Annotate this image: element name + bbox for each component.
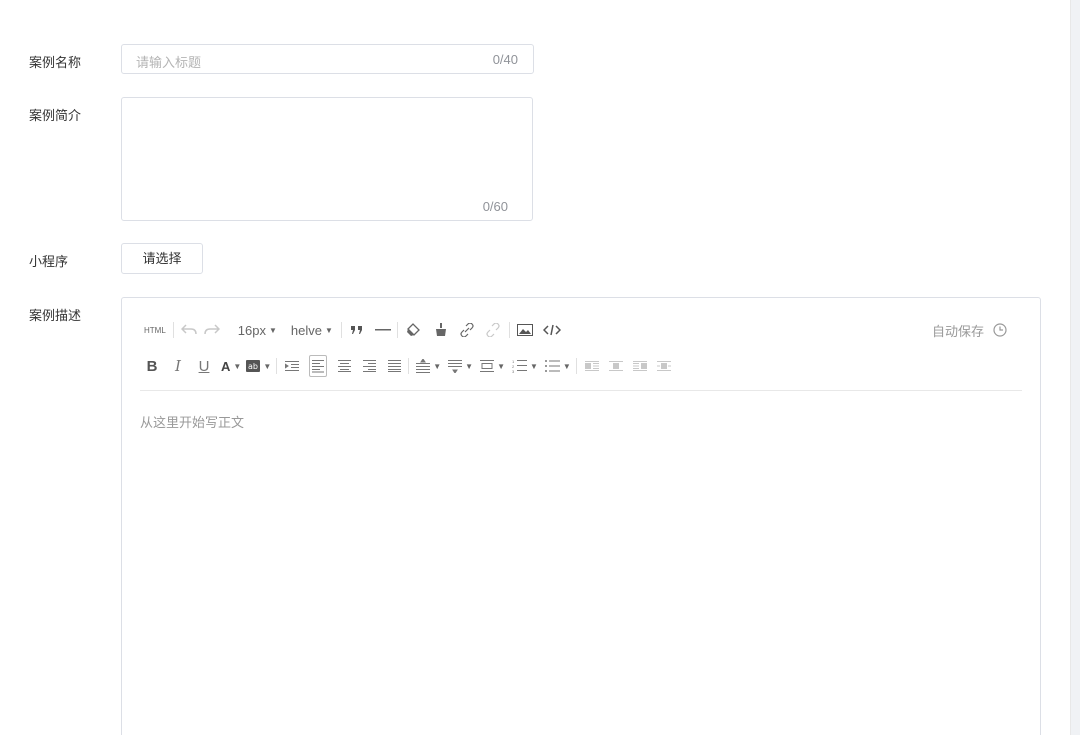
ordered-list-icon[interactable]: 1 2 3 ▼ — [512, 355, 538, 377]
font-size-value: 16px — [237, 322, 266, 338]
editor-placeholder: 从这里开始写正文 — [140, 415, 245, 430]
case-desc-label: 案例描述 — [29, 308, 82, 323]
indent-icon[interactable] — [284, 355, 300, 377]
editor-toolbar-row-2: B I U A ▼ ab ▼ ▼ ▼ ▼ 1 2 3 ▼ ▼ — [144, 355, 679, 377]
align-left-icon[interactable] — [309, 355, 328, 377]
toolbar-separator — [340, 322, 342, 338]
svg-text:ab: ab — [248, 362, 258, 371]
horizontal-rule-icon[interactable] — [374, 319, 391, 341]
autosave-indicator[interactable]: 自动保存 — [932, 319, 1007, 341]
eraser-icon[interactable] — [405, 319, 421, 341]
toolbar-separator — [575, 358, 577, 374]
form-card: 案例名称 请输入标题 0/40 案例简介 0/60 小程序 请选择 案例描述 H… — [0, 0, 1071, 735]
editor-body[interactable]: 从这里开始写正文 — [140, 412, 244, 431]
toolbar-separator — [172, 322, 174, 338]
code-icon[interactable] — [542, 319, 561, 341]
rich-text-editor: HTML 16px ▼ helve ▼ 自动保存 B I U A ▼ ab ▼ … — [121, 297, 1041, 735]
toolbar-separator — [508, 322, 510, 338]
editor-toolbar-row-1: HTML 16px ▼ helve ▼ — [144, 319, 568, 341]
redo-icon[interactable] — [204, 319, 220, 341]
font-family-value: helve — [290, 322, 322, 338]
unordered-list-icon[interactable]: ▼ — [544, 355, 571, 377]
indent-spacing-icon[interactable]: ▼ — [480, 355, 505, 377]
clock-icon — [993, 323, 1007, 337]
case-name-placeholder: 请输入标题 — [136, 55, 202, 70]
chevron-down-icon: ▼ — [263, 361, 272, 371]
case-name-input[interactable]: 请输入标题 0/40 — [121, 44, 534, 74]
chevron-down-icon: ▼ — [530, 361, 538, 371]
float-left-icon[interactable] — [584, 355, 600, 377]
font-family-select[interactable]: helve ▼ — [291, 319, 333, 341]
italic-icon[interactable]: I — [170, 355, 186, 377]
toolbar-separator — [396, 322, 398, 338]
align-center-icon[interactable] — [336, 355, 352, 377]
mini-program-label: 小程序 — [29, 254, 69, 269]
html-icon[interactable]: HTML — [144, 319, 166, 341]
underline-icon[interactable]: U — [196, 355, 212, 377]
format-brush-icon[interactable] — [433, 319, 449, 341]
chevron-down-icon: ▼ — [268, 325, 277, 335]
case-intro-textarea[interactable]: 0/60 — [121, 97, 533, 221]
case-name-label: 案例名称 — [29, 55, 82, 70]
mini-program-select-button[interactable]: 请选择 — [121, 243, 203, 274]
svg-text:3: 3 — [512, 369, 515, 373]
float-none-icon[interactable] — [608, 355, 624, 377]
toolbar-separator — [408, 358, 410, 374]
chevron-down-icon: ▼ — [562, 361, 571, 371]
case-intro-counter: 0/60 — [482, 199, 508, 214]
chevron-down-icon: ▼ — [497, 361, 505, 371]
font-color-icon[interactable]: A ▼ — [221, 355, 241, 377]
align-right-icon[interactable] — [361, 355, 377, 377]
case-intro-label: 案例简介 — [29, 108, 82, 123]
chevron-down-icon: ▼ — [465, 361, 474, 371]
case-name-counter: 0/40 — [492, 52, 518, 67]
undo-icon[interactable] — [180, 319, 197, 341]
float-right-icon[interactable] — [632, 355, 648, 377]
toolbar-separator — [276, 358, 278, 374]
editor-divider — [140, 390, 1022, 391]
chevron-down-icon: ▼ — [324, 325, 333, 335]
image-icon[interactable] — [516, 319, 533, 341]
link-icon[interactable] — [459, 319, 475, 341]
chevron-down-icon: ▼ — [233, 361, 242, 371]
unlink-icon[interactable] — [485, 319, 501, 341]
bold-icon[interactable]: B — [144, 355, 160, 377]
quote-icon[interactable] — [349, 319, 365, 341]
background-color-icon[interactable]: ab ▼ — [246, 355, 271, 377]
font-size-select[interactable]: 16px ▼ — [238, 319, 277, 341]
float-center-icon[interactable] — [656, 355, 672, 377]
align-justify-icon[interactable] — [386, 355, 402, 377]
chevron-down-icon: ▼ — [433, 361, 442, 371]
line-height-icon[interactable]: ▼ — [416, 355, 441, 377]
autosave-label: 自动保存 — [931, 323, 984, 339]
paragraph-spacing-icon[interactable]: ▼ — [448, 355, 473, 377]
